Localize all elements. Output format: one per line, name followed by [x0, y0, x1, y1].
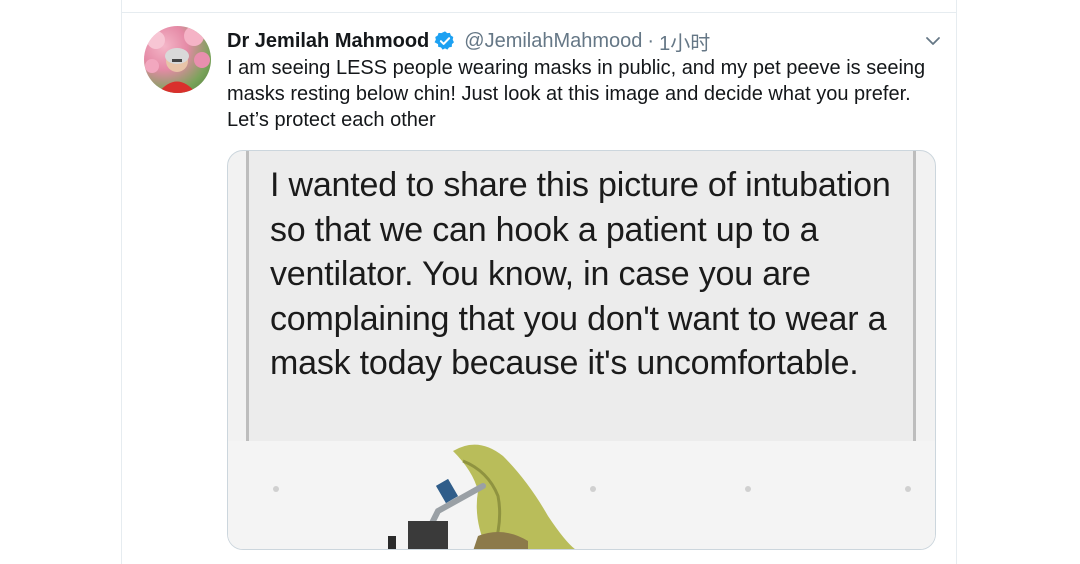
intubation-illustration [228, 441, 935, 549]
tweet-media[interactable]: I wanted to share this picture of intuba… [227, 150, 936, 550]
chevron-down-icon[interactable] [923, 31, 943, 51]
embedded-text-panel: I wanted to share this picture of intuba… [246, 151, 916, 441]
tweet-header: Dr Jemilah Mahmood @JemilahMahmood · 1小时 [227, 27, 940, 56]
embedded-text: I wanted to share this picture of intuba… [270, 166, 891, 382]
timestamp[interactable]: 1小时 [659, 27, 710, 56]
tweet[interactable]: Dr Jemilah Mahmood @JemilahMahmood · 1小时 [122, 13, 956, 564]
tweet-text: I am seeing LESS people wearing masks in… [227, 57, 926, 131]
intubation-photo [228, 441, 935, 549]
avatar-photo [145, 26, 210, 93]
timeline-column: Dr Jemilah Mahmood @JemilahMahmood · 1小时 [121, 0, 957, 564]
avatar[interactable] [144, 26, 211, 93]
tweet-body: Dr Jemilah Mahmood @JemilahMahmood · 1小时 [227, 27, 940, 133]
handle[interactable]: @JemilahMahmood [464, 30, 642, 53]
verified-badge-icon [434, 30, 456, 52]
page: Dr Jemilah Mahmood @JemilahMahmood · 1小时 [0, 0, 1080, 564]
display-name[interactable]: Dr Jemilah Mahmood [227, 30, 429, 53]
separator: · [647, 29, 655, 52]
